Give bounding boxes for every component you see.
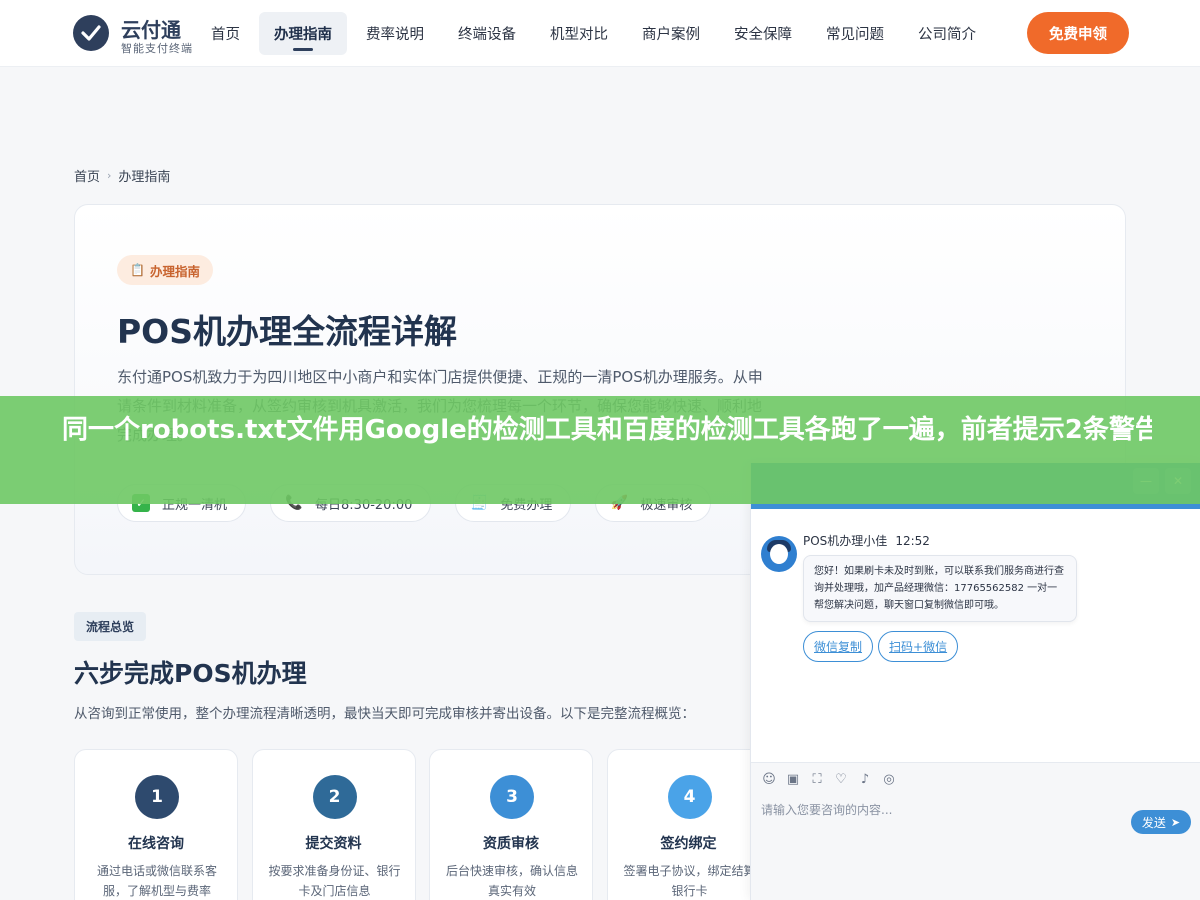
wechat-icon[interactable]: ◎ — [881, 771, 897, 787]
step-title: 资质审核 — [483, 836, 539, 852]
nav-item-guide[interactable]: 办理指南 — [259, 12, 347, 55]
steps-list: 1 在线咨询 通过电话或微信联系客服，了解机型与费率 2 提交资料 按要求准备身… — [74, 749, 784, 900]
send-button[interactable]: 发送 ➤ — [1131, 810, 1191, 834]
emoji-icon[interactable]: ☺ — [761, 771, 777, 787]
nav-item-home[interactable]: 首页 — [196, 12, 255, 55]
rating-icon[interactable]: ♡ — [833, 771, 849, 787]
breadcrumb: 首页 › 办理指南 — [74, 166, 170, 185]
announcement-banner: 同一个robots.txt文件用Google的检测工具和百度的检测工具各跑了一遍… — [0, 396, 1200, 504]
nav-item-about[interactable]: 公司简介 — [903, 12, 991, 55]
nav-item-devices[interactable]: 终端设备 — [443, 12, 531, 55]
avatar-face — [770, 544, 788, 564]
nav-item-faq[interactable]: 常见问题 — [811, 12, 899, 55]
chat-agent-name: POS机办理小佳 — [803, 534, 888, 548]
nav-item-security[interactable]: 安全保障 — [719, 12, 807, 55]
step-title: 提交资料 — [305, 836, 362, 852]
step-number: 2 — [312, 775, 357, 819]
breadcrumb-home[interactable]: 首页 — [74, 166, 100, 185]
step-number: 3 — [490, 775, 534, 819]
apply-free-button[interactable]: 免费申领 — [1027, 12, 1129, 54]
image-icon[interactable]: ▣ — [785, 771, 801, 787]
main-nav: 首页 办理指南 费率说明 终端设备 机型对比 商户案例 安全保障 常见问题 公司… — [196, 12, 995, 55]
step-card: 4 签约绑定 签署电子协议，绑定结算银行卡 — [606, 749, 771, 900]
step-description: 后台快速审核，确认信息真实有效 — [445, 864, 578, 898]
section-title: 六步完成POS机办理 — [74, 659, 307, 688]
step-number: 1 — [135, 775, 179, 819]
copy-wechat-button[interactable]: 微信复制 — [803, 631, 874, 662]
logo-name[interactable]: 云付通 — [121, 14, 181, 43]
chat-agent-line: POS机办理小佳 12:52 — [803, 532, 930, 549]
hero-badge-label: 办理指南 — [149, 263, 200, 279]
logo-check-icon[interactable] — [73, 15, 109, 51]
chat-timestamp: 12:52 — [895, 534, 930, 548]
agent-avatar — [761, 536, 797, 572]
nav-item-compare[interactable]: 机型对比 — [535, 12, 623, 55]
step-card: 1 在线咨询 通过电话或微信联系客服，了解机型与费率 — [74, 749, 238, 900]
hero-badge: 📋 办理指南 — [117, 255, 213, 285]
step-number: 4 — [667, 775, 712, 819]
step-card: 2 提交资料 按要求准备身份证、银行卡及门店信息 — [251, 749, 416, 900]
page-title: POS机办理全流程详解 — [117, 312, 458, 351]
section-badge: 流程总览 — [74, 612, 147, 641]
chat-toolbar: ☺ ▣ ⛶ ♡ ♪ ◎ — [761, 771, 905, 787]
nav-item-cases[interactable]: 商户案例 — [627, 12, 715, 55]
step-title: 在线咨询 — [128, 836, 184, 852]
nav-item-rates[interactable]: 费率说明 — [351, 12, 439, 55]
chat-quick-actions: 微信复制 扫码+微信 — [803, 631, 963, 662]
step-description: 通过电话或微信联系客服，了解机型与费率 — [96, 864, 217, 898]
breadcrumb-current: 办理指南 — [118, 170, 171, 185]
send-button-label: 发送 — [1141, 815, 1166, 830]
chat-compose: ☺ ▣ ⛶ ♡ ♪ ◎ 发送 ➤ — [751, 762, 1200, 900]
voice-icon[interactable]: ♪ — [857, 771, 873, 787]
chat-input[interactable] — [761, 799, 1121, 821]
clipboard-icon: 📋 — [130, 263, 145, 277]
step-title: 签约绑定 — [660, 836, 717, 852]
announcement-text: 同一个robots.txt文件用Google的检测工具和百度的检测工具各跑了一遍… — [62, 415, 1152, 445]
section-description: 从咨询到正常使用，整个办理流程清晰透明，最快当天即可完成审核并寄出设备。以下是完… — [74, 706, 695, 722]
scan-wechat-button[interactable]: 扫码+微信 — [878, 631, 959, 662]
step-description: 签署电子协议，绑定结算银行卡 — [623, 864, 756, 898]
chat-message: 您好！如果刷卡未及时到账，可以联系我们服务商进行查询并处理哦，加产品经理微信：1… — [803, 555, 1077, 622]
step-card: 3 资质审核 后台快速审核，确认信息真实有效 — [429, 749, 593, 900]
logo-tagline: 智能支付终端 — [121, 42, 193, 55]
chat-widget: — ✕ POS机办理小佳12:52 您好！如果刷卡未及时到账，可以联系我们服务商… — [750, 463, 1200, 900]
site-header: 云付通 智能支付终端 首页 办理指南 费率说明 终端设备 机型对比 商户案例 安… — [0, 0, 1200, 67]
step-description: 按要求准备身份证、银行卡及门店信息 — [268, 864, 401, 898]
screenshot-icon[interactable]: ⛶ — [809, 771, 825, 787]
send-arrow-icon: ➤ — [1170, 815, 1181, 829]
breadcrumb-chevron-icon: › — [107, 169, 112, 182]
